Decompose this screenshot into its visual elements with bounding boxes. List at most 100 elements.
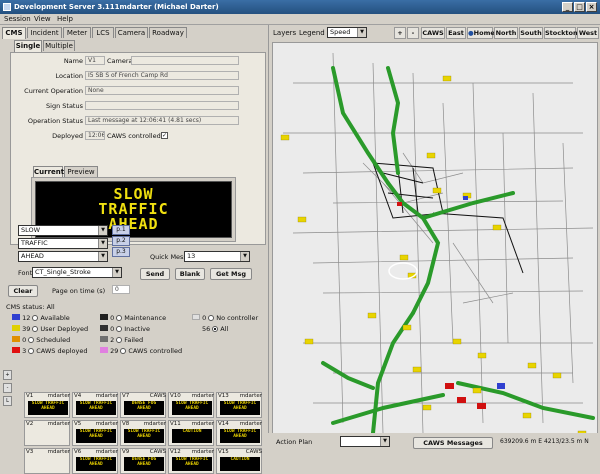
menu-session[interactable]: Session: [4, 15, 31, 24]
left-panel: CMS Incident Meter LCS Camera Roadway Si…: [0, 25, 268, 474]
home-button[interactable]: ●Home: [467, 27, 495, 39]
map-canvas[interactable]: [272, 42, 598, 448]
font-combo[interactable]: CT_Single_Stroke ▼: [32, 267, 122, 278]
legend-button[interactable]: Legend: [299, 29, 325, 38]
quick-message-combo[interactable]: 13 ▼: [184, 251, 250, 262]
thumbnail-id: V11: [170, 421, 181, 427]
tab-preview[interactable]: Preview: [64, 166, 98, 177]
page-on-time-spinner[interactable]: 0: [112, 285, 130, 294]
sign-thumbnail[interactable]: V15 CAWS CAUTION: [216, 448, 262, 474]
radio-caws-controlled[interactable]: [120, 348, 127, 354]
radio-all[interactable]: [212, 326, 219, 332]
chevron-down-icon: ▼: [380, 437, 389, 446]
tab-lcs[interactable]: LCS: [92, 27, 114, 38]
tab-roadway[interactable]: Roadway: [149, 27, 187, 38]
line-3-value: AHEAD: [21, 252, 44, 260]
tab-multiple[interactable]: Multiple: [43, 40, 75, 51]
caws-button[interactable]: CAWS: [421, 27, 445, 39]
map-zoom-out-button[interactable]: -: [407, 27, 419, 39]
menu-view[interactable]: View: [34, 15, 51, 24]
thumbnail-id: V4: [74, 393, 82, 399]
maximize-button[interactable]: □: [574, 2, 585, 12]
sign-thumbnail[interactable]: V10 mdarter SLOW TRAFFIC AHEAD: [168, 392, 214, 418]
quick-message-value: 13: [187, 252, 196, 260]
radio-inactive[interactable]: [116, 326, 123, 332]
north-button[interactable]: North: [494, 27, 518, 39]
clear-button[interactable]: Clear: [8, 285, 38, 297]
deployed-field: 12:06: [85, 131, 105, 140]
action-plan-label: Action Plan: [276, 438, 313, 446]
tab-camera[interactable]: Camera: [115, 27, 148, 38]
sign-thumbnail[interactable]: V1 mdarter SLOW TRAFFIC AHEAD: [24, 392, 70, 418]
sign-thumbnail[interactable]: V8 mdarter SLOW TRAFFIC AHEAD: [120, 420, 166, 446]
zoom-out-button[interactable]: -: [3, 383, 12, 393]
get-msg-button[interactable]: Get Msg: [210, 268, 252, 280]
layers-button[interactable]: Layers: [273, 29, 296, 38]
sign-thumbnail[interactable]: V2 mdarter: [24, 420, 70, 446]
thumbnail-id: V1: [26, 393, 34, 399]
radio-no-controller[interactable]: [208, 315, 215, 321]
radio-available[interactable]: [32, 315, 39, 321]
caws-messages-button[interactable]: CAWS Messages: [413, 437, 493, 449]
thumbnail-id: V15: [218, 449, 229, 455]
thumbnail-id: V2: [26, 421, 34, 427]
radio-failed[interactable]: [116, 337, 123, 343]
radio-user-deployed[interactable]: [32, 326, 39, 332]
name-field: V1: [85, 56, 105, 65]
radio-scheduled[interactable]: [28, 337, 35, 343]
road-network-map[interactable]: [273, 43, 598, 448]
sign-thumbnail[interactable]: V12 mdarter SLOW TRAFFIC AHEAD: [168, 448, 214, 474]
action-plan-combo[interactable]: ▼: [340, 436, 390, 447]
sign-thumbnail[interactable]: V4 mdarter SLOW TRAFFIC AHEAD: [72, 392, 118, 418]
tab-incident[interactable]: Incident: [27, 27, 62, 38]
line-2-combo[interactable]: TRAFFIC ▼: [18, 238, 108, 249]
sign-line-2: TRAFFIC: [98, 200, 169, 218]
theme-combo[interactable]: Speed ▼: [327, 27, 367, 38]
blank-button[interactable]: Blank: [175, 268, 205, 280]
minimize-button[interactable]: _: [562, 2, 573, 12]
east-button[interactable]: East: [446, 27, 466, 39]
zoom-in-button[interactable]: +: [3, 370, 12, 380]
device-panel: Name V1 Camera Location I5 SB S of Frenc…: [10, 52, 266, 245]
west-button[interactable]: West: [577, 27, 599, 39]
page-2-button[interactable]: p.2: [112, 236, 130, 246]
thumbnail-sign-message: SLOW TRAFFIC AHEAD: [220, 401, 260, 415]
status-row-available: 12 Available: [12, 314, 70, 322]
radio-caws-deployed[interactable]: [28, 348, 35, 354]
sign-thumbnail[interactable]: V5 mdarter SLOW TRAFFIC AHEAD: [72, 420, 118, 446]
thumbnail-sign-message: SLOW TRAFFIC AHEAD: [28, 401, 68, 415]
send-button[interactable]: Send: [140, 268, 170, 280]
thumbnail-user: mdarter: [95, 393, 118, 399]
map-panel: Layers Legend Speed ▼ + - CAWS East ●Home…: [268, 25, 600, 456]
sign-thumbnail[interactable]: V13 mdarter SLOW TRAFFIC AHEAD: [216, 392, 262, 418]
sign-thumbnail[interactable]: V7 CAWS DENSE FOG AHEAD: [120, 392, 166, 418]
stockton-button[interactable]: Stockton: [544, 27, 578, 39]
layout-button[interactable]: L: [3, 396, 12, 406]
sign-thumbnail[interactable]: V6 mdarter SLOW TRAFFIC AHEAD: [72, 448, 118, 474]
sign-thumbnail[interactable]: V14 mdarter SLOW TRAFFIC AHEAD: [216, 420, 262, 446]
map-coordinates: 639209.6 m E 4213/23.5 m N: [500, 438, 589, 445]
map-zoom-in-button[interactable]: +: [394, 27, 406, 39]
radio-maintenance[interactable]: [116, 315, 123, 321]
line-1-combo[interactable]: SLOW ▼: [18, 225, 108, 236]
tab-cms[interactable]: CMS: [2, 27, 26, 39]
page-3-button[interactable]: p.3: [112, 247, 130, 257]
camera-field[interactable]: [131, 56, 239, 65]
tab-meter[interactable]: Meter: [63, 27, 91, 38]
sign-icon: [12, 347, 20, 353]
tab-single[interactable]: Single: [14, 40, 42, 52]
sign-thumbnail[interactable]: V3 mdarter: [24, 448, 70, 474]
south-button[interactable]: South: [519, 27, 543, 39]
sign-icon: [192, 314, 200, 320]
caws-controlled-checkbox[interactable]: ✓: [161, 132, 168, 139]
font-label: Font: [18, 269, 33, 277]
thumbnail-user: mdarter: [47, 393, 70, 399]
thumbnail-id: V5: [74, 421, 82, 427]
thumbnail-id: V7: [122, 393, 130, 399]
line-3-combo[interactable]: AHEAD ▼: [18, 251, 108, 262]
sign-thumbnail[interactable]: V11 mdarter CAUTION: [168, 420, 214, 446]
page-1-button[interactable]: p.1: [112, 225, 130, 235]
close-button[interactable]: ×: [586, 2, 597, 12]
sign-thumbnail[interactable]: V9 CAWS DENSE FOG AHEAD: [120, 448, 166, 474]
menu-help[interactable]: Help: [57, 15, 73, 24]
